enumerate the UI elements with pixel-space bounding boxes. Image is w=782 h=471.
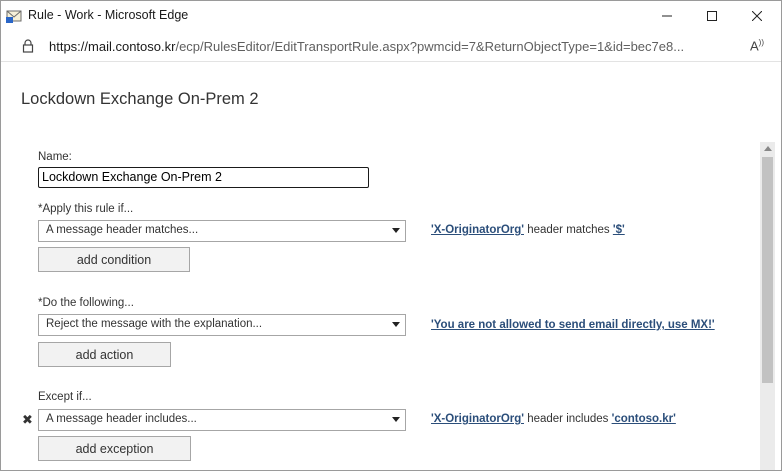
exception-desc-text: header includes — [524, 413, 612, 425]
lock-icon[interactable] — [22, 39, 34, 53]
vertical-scrollbar[interactable] — [760, 142, 775, 471]
outlook-app-icon — [6, 10, 22, 23]
url-path: /ecp/RulesEditor/EditTransportRule.aspx?… — [175, 39, 685, 54]
condition-select-value: A message header matches... — [46, 224, 199, 236]
window-title: Rule - Work - Microsoft Edge — [28, 8, 189, 22]
add-condition-button[interactable]: add condition — [38, 247, 190, 272]
chevron-down-icon — [392, 417, 400, 422]
address-bar: https://mail.contoso.kr/ecp/RulesEditor/… — [0, 32, 782, 62]
condition-description: 'X-OriginatorOrg' header matches '$' — [431, 224, 625, 236]
condition-desc-text: header matches — [524, 224, 613, 236]
exception-select-value: A message header includes... — [46, 413, 197, 425]
add-action-button[interactable]: add action — [38, 342, 171, 367]
remove-exception-icon[interactable]: ✖ — [22, 412, 33, 428]
title-bar: Rule - Work - Microsoft Edge — [0, 0, 782, 32]
exception-description: 'X-OriginatorOrg' header includes 'conto… — [431, 413, 676, 425]
name-input[interactable]: Lockdown Exchange On-Prem 2 — [38, 167, 369, 188]
condition-header-link[interactable]: 'X-OriginatorOrg' — [431, 224, 524, 236]
exception-value-link[interactable]: 'contoso.kr' — [612, 413, 676, 425]
action-select-value: Reject the message with the explanation.… — [46, 318, 263, 330]
exception-header-link[interactable]: 'X-OriginatorOrg' — [431, 413, 524, 425]
close-icon — [752, 11, 762, 21]
close-button[interactable] — [734, 0, 780, 32]
condition-value-link[interactable]: '$' — [613, 224, 625, 236]
scrollbar-thumb[interactable] — [762, 157, 773, 383]
read-aloud-icon[interactable]: A)) — [750, 38, 764, 53]
chevron-down-icon — [392, 322, 400, 327]
exception-select[interactable]: A message header includes... — [38, 409, 406, 431]
maximize-icon — [707, 11, 717, 21]
action-select[interactable]: Reject the message with the explanation.… — [38, 314, 406, 336]
condition-label: *Apply this rule if... — [38, 203, 134, 215]
url-host: https://mail.contoso.kr — [49, 39, 176, 54]
action-label: *Do the following... — [38, 297, 134, 309]
add-exception-button[interactable]: add exception — [38, 436, 191, 461]
exception-label: Except if... — [38, 391, 92, 403]
minimize-icon — [662, 15, 672, 17]
url-text[interactable]: https://mail.contoso.kr/ecp/RulesEditor/… — [49, 39, 749, 54]
scroll-up-icon[interactable] — [760, 146, 775, 156]
condition-select[interactable]: A message header matches... — [38, 220, 406, 242]
action-explanation-link[interactable]: 'You are not allowed to send email direc… — [431, 319, 715, 331]
action-description: 'You are not allowed to send email direc… — [431, 319, 715, 331]
maximize-button[interactable] — [689, 0, 735, 32]
chevron-down-icon — [392, 228, 400, 233]
page-title: Lockdown Exchange On-Prem 2 — [21, 90, 259, 108]
name-label: Name: — [38, 151, 72, 163]
minimize-button[interactable] — [644, 0, 690, 32]
